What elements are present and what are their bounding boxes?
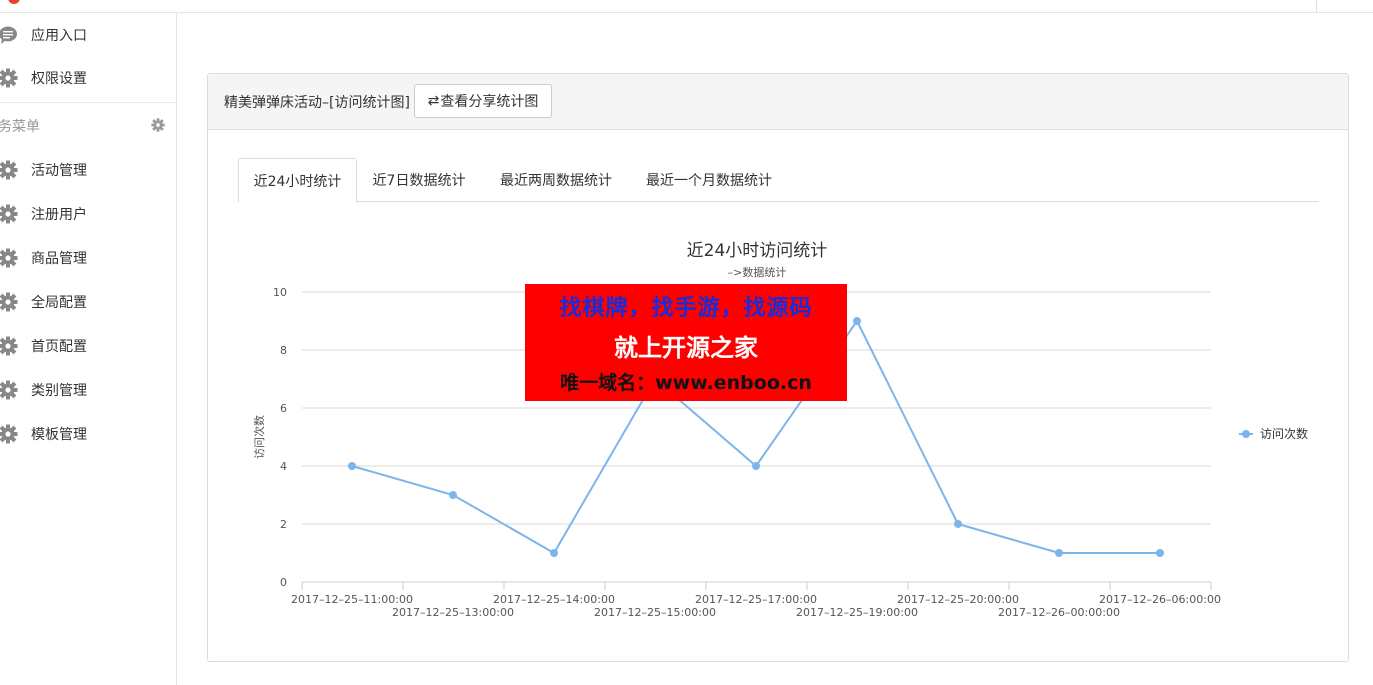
- legend-symbol-marker: [1242, 430, 1250, 438]
- y-tick-label: 0: [280, 576, 287, 589]
- x-tick-label: 2017–12–25–17:00:00: [695, 593, 817, 606]
- watermark-line-1: 找棋牌，找手游，找源码: [559, 296, 813, 321]
- data-point[interactable]: [1156, 549, 1164, 557]
- x-tick-label: 2017–12–25–13:00:00: [392, 606, 514, 619]
- y-axis-title: 访问次数: [252, 415, 266, 459]
- legend-item-label: 访问次数: [1260, 426, 1308, 441]
- data-point[interactable]: [449, 491, 457, 499]
- watermark-line-2: 就上开源之家: [614, 334, 758, 362]
- x-tick-label: 2017–12–25–15:00:00: [594, 606, 716, 619]
- data-point[interactable]: [954, 520, 962, 528]
- watermark-line-3: 唯一域名：www.enboo.cn: [560, 372, 812, 394]
- watermark-banner: 找棋牌，找手游，找源码 就上开源之家 唯一域名：www.enboo.cn: [525, 284, 847, 401]
- chart-legend[interactable]: 访问次数: [1239, 426, 1308, 441]
- chart-subtitle: –>数据统计: [728, 265, 787, 279]
- x-tick-label: 2017–12–25–11:00:00: [291, 593, 413, 606]
- data-point[interactable]: [1055, 549, 1063, 557]
- y-tick-label: 10: [273, 286, 287, 299]
- data-point[interactable]: [348, 462, 356, 470]
- chart-title: 近24小时访问统计: [687, 241, 828, 261]
- x-tick-label: 2017–12–25–14:00:00: [493, 593, 615, 606]
- data-point[interactable]: [752, 462, 760, 470]
- x-tick-label: 2017–12–25–19:00:00: [796, 606, 918, 619]
- y-tick-label: 4: [280, 460, 287, 473]
- data-point[interactable]: [853, 317, 861, 325]
- x-tick-label: 2017–12–26–06:00:00: [1099, 593, 1221, 606]
- y-tick-label: 2: [280, 518, 287, 531]
- y-tick-label: 8: [280, 344, 287, 357]
- x-tick-label: 2017–12–26–00:00:00: [998, 606, 1120, 619]
- x-tick-label: 2017–12–25–20:00:00: [897, 593, 1019, 606]
- y-tick-label: 6: [280, 402, 287, 415]
- data-point[interactable]: [550, 549, 558, 557]
